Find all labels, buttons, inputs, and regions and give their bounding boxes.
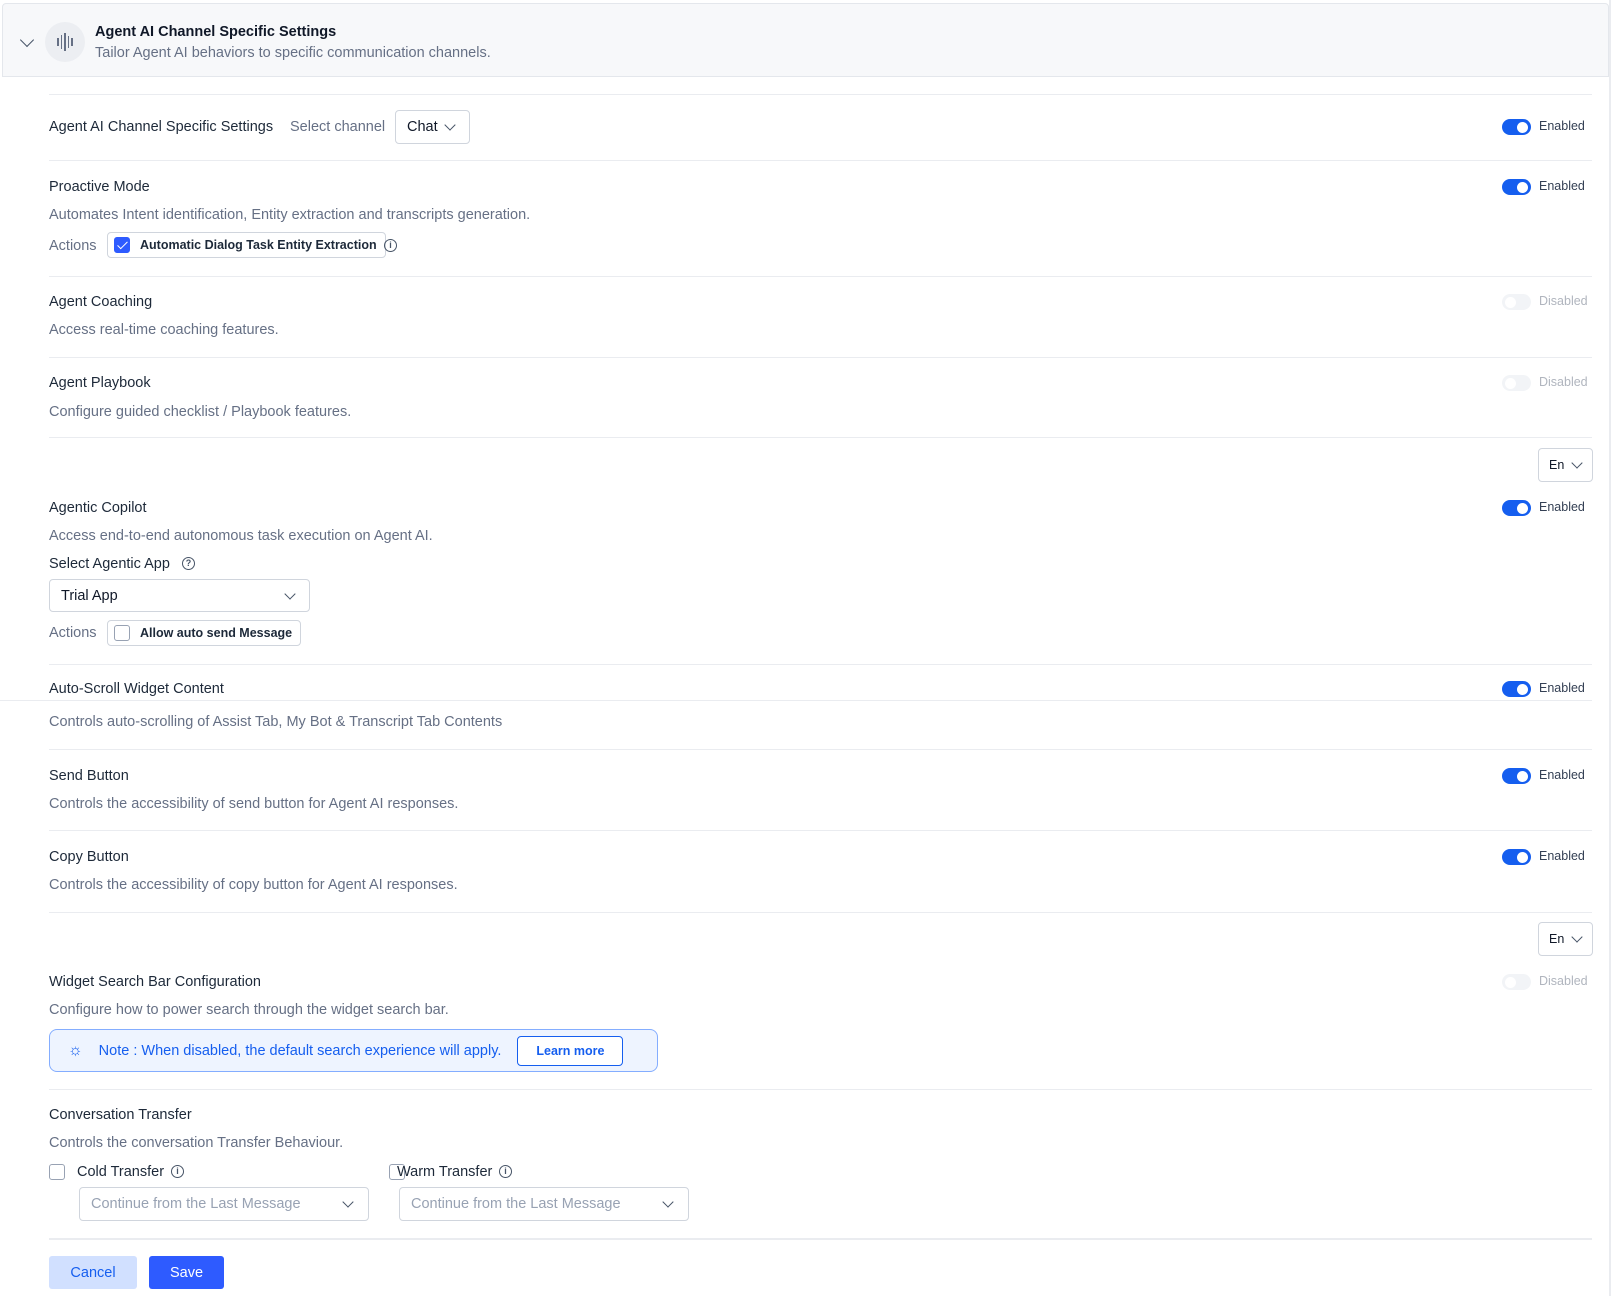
divider xyxy=(49,1089,1592,1090)
warm-transfer-label: Warm Transfer xyxy=(397,1164,492,1180)
proactive-status: Enabled xyxy=(1539,179,1585,193)
copy-desc: Controls the accessibility of copy butto… xyxy=(49,877,458,893)
divider xyxy=(49,830,1592,831)
agentic-app-select[interactable]: Trial App xyxy=(49,579,310,612)
actions-label: Actions xyxy=(49,625,97,641)
autoscroll-desc: Controls auto-scrolling of Assist Tab, M… xyxy=(49,714,502,730)
divider xyxy=(49,664,1592,665)
entity-extraction-chip[interactable]: Automatic Dialog Task Entity Extraction xyxy=(107,232,386,258)
channel-select[interactable]: Chat xyxy=(395,110,470,144)
chevron-down-icon[interactable] xyxy=(20,33,34,47)
action-label: Automatic Dialog Task Entity Extraction xyxy=(140,238,377,252)
agentic-app-value: Trial App xyxy=(61,588,118,604)
search-toggle[interactable] xyxy=(1502,974,1531,990)
channel-status: Enabled xyxy=(1539,119,1585,133)
copy-status: Enabled xyxy=(1539,849,1585,863)
coaching-desc: Access real-time coaching features. xyxy=(49,322,279,338)
chevron-down-icon xyxy=(284,588,295,599)
chevron-down-icon xyxy=(342,1196,353,1207)
warm-transfer-select[interactable]: Continue from the Last Message xyxy=(399,1187,689,1221)
playbook-toggle[interactable] xyxy=(1502,375,1531,391)
language-value: En xyxy=(1549,932,1564,946)
divider xyxy=(49,912,1592,913)
search-note-banner: ☼ Note : When disabled, the default sear… xyxy=(49,1029,658,1072)
coaching-status: Disabled xyxy=(1539,294,1588,308)
search-status: Disabled xyxy=(1539,974,1588,988)
copy-title: Copy Button xyxy=(49,849,129,865)
divider xyxy=(0,700,1592,701)
waveform-icon xyxy=(45,22,85,62)
language-select[interactable]: En xyxy=(1538,922,1593,956)
transfer-title: Conversation Transfer xyxy=(49,1107,192,1123)
transfer-desc: Controls the conversation Transfer Behav… xyxy=(49,1135,343,1151)
section-title: Agent AI Channel Specific Settings xyxy=(95,24,336,40)
actions-label: Actions xyxy=(49,238,97,254)
copilot-toggle[interactable] xyxy=(1502,500,1531,516)
divider xyxy=(49,357,1592,358)
copy-toggle[interactable] xyxy=(1502,849,1531,865)
copilot-title: Agentic Copilot xyxy=(49,500,147,516)
send-status: Enabled xyxy=(1539,768,1585,782)
proactive-toggle[interactable] xyxy=(1502,179,1531,195)
channel-toggle[interactable] xyxy=(1502,119,1531,135)
divider xyxy=(49,276,1592,277)
divider xyxy=(49,1238,1592,1240)
auto-send-chip[interactable]: Allow auto send Message xyxy=(107,620,301,646)
divider xyxy=(49,160,1592,161)
help-icon[interactable]: ? xyxy=(182,557,195,570)
divider xyxy=(49,749,1592,750)
proactive-desc: Automates Intent identification, Entity … xyxy=(49,207,530,223)
cold-transfer-select[interactable]: Continue from the Last Message xyxy=(79,1187,369,1221)
chevron-down-icon xyxy=(1571,457,1582,468)
playbook-status: Disabled xyxy=(1539,375,1588,389)
send-desc: Controls the accessibility of send butto… xyxy=(49,796,458,812)
autoscroll-title: Auto-Scroll Widget Content xyxy=(49,681,224,697)
send-title: Send Button xyxy=(49,768,129,784)
channel-value: Chat xyxy=(407,119,438,135)
language-value: En xyxy=(1549,458,1564,472)
select-channel-label: Select channel xyxy=(290,119,385,135)
chevron-down-icon xyxy=(1571,931,1582,942)
info-icon[interactable]: i xyxy=(384,239,397,252)
divider xyxy=(49,437,1592,438)
cold-transfer-checkbox[interactable] xyxy=(49,1164,65,1180)
playbook-desc: Configure guided checklist / Playbook fe… xyxy=(49,404,351,420)
learn-more-button[interactable]: Learn more xyxy=(517,1036,623,1066)
checkbox-unchecked[interactable] xyxy=(114,625,130,641)
save-button[interactable]: Save xyxy=(149,1256,224,1289)
checkbox-checked[interactable] xyxy=(114,237,130,253)
proactive-title: Proactive Mode xyxy=(49,179,150,195)
section-subtitle: Tailor Agent AI behaviors to specific co… xyxy=(95,45,491,61)
playbook-title: Agent Playbook xyxy=(49,375,151,391)
warm-transfer-value: Continue from the Last Message xyxy=(411,1196,621,1212)
channel-settings-title: Agent AI Channel Specific Settings xyxy=(49,119,273,135)
autoscroll-status: Enabled xyxy=(1539,681,1585,695)
info-icon[interactable]: i xyxy=(171,1165,184,1178)
cancel-button[interactable]: Cancel xyxy=(49,1256,137,1289)
info-icon[interactable]: i xyxy=(499,1165,512,1178)
autoscroll-toggle[interactable] xyxy=(1502,681,1531,697)
lightbulb-icon: ☼ xyxy=(68,1042,83,1060)
search-config-title: Widget Search Bar Configuration xyxy=(49,974,261,990)
section-header[interactable]: Agent AI Channel Specific Settings Tailo… xyxy=(2,3,1609,77)
coaching-title: Agent Coaching xyxy=(49,294,152,310)
cold-transfer-value: Continue from the Last Message xyxy=(91,1196,301,1212)
search-desc: Configure how to power search through th… xyxy=(49,1002,449,1018)
note-text: Note : When disabled, the default search… xyxy=(99,1043,502,1059)
copilot-status: Enabled xyxy=(1539,500,1585,514)
coaching-toggle[interactable] xyxy=(1502,294,1531,310)
agentic-app-label: Select Agentic App xyxy=(49,556,170,572)
chevron-down-icon xyxy=(444,119,455,130)
copilot-desc: Access end-to-end autonomous task execut… xyxy=(49,528,433,544)
send-toggle[interactable] xyxy=(1502,768,1531,784)
language-select[interactable]: En xyxy=(1538,448,1593,482)
cold-transfer-label: Cold Transfer xyxy=(77,1164,164,1180)
chevron-down-icon xyxy=(662,1196,673,1207)
action-label: Allow auto send Message xyxy=(140,626,292,640)
divider xyxy=(49,94,1592,95)
